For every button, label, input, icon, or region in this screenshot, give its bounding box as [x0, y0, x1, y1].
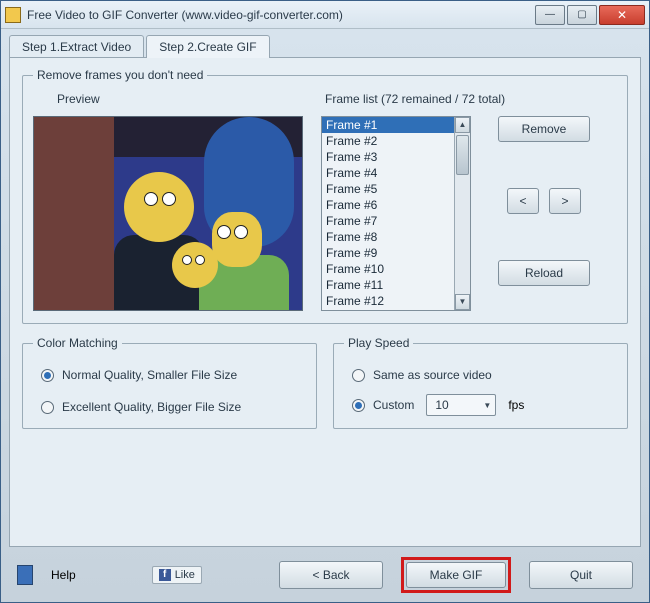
bottom-bar: Help f Like < Back Make GIF Quit [1, 548, 649, 602]
frame-list-label: Frame list (72 remained / 72 total) [325, 92, 617, 106]
help-link[interactable]: Help [51, 568, 76, 582]
app-icon [5, 7, 21, 23]
list-item[interactable]: Frame #9 [322, 245, 454, 261]
minimize-button[interactable]: — [535, 5, 565, 25]
reload-button[interactable]: Reload [498, 260, 590, 286]
app-window: Free Video to GIF Converter (www.video-g… [0, 0, 650, 603]
radio-excellent-quality[interactable]: Excellent Quality, Bigger File Size [41, 400, 306, 414]
frame-listbox[interactable]: Frame #1 Frame #2 Frame #3 Frame #4 Fram… [321, 116, 471, 311]
list-item[interactable]: Frame #8 [322, 229, 454, 245]
client-area: Step 1.Extract Video Step 2.Create GIF R… [1, 29, 649, 551]
list-item[interactable]: Frame #12 [322, 293, 454, 309]
chevron-down-icon: ▼ [483, 401, 491, 410]
make-gif-highlight: Make GIF [401, 557, 511, 593]
tabstrip: Step 1.Extract Video Step 2.Create GIF [9, 35, 641, 58]
radio-icon [352, 369, 365, 382]
list-item[interactable]: Frame #2 [322, 133, 454, 149]
remove-frames-group: Remove frames you don't need Preview [22, 68, 628, 324]
radio-icon [41, 401, 54, 414]
radio-label: Custom [373, 398, 414, 412]
radio-icon [41, 369, 54, 382]
list-item[interactable]: Frame #3 [322, 149, 454, 165]
scroll-up-button[interactable]: ▲ [455, 117, 470, 133]
list-item[interactable]: Frame #6 [322, 197, 454, 213]
list-item[interactable]: Frame #5 [322, 181, 454, 197]
listbox-scrollbar[interactable]: ▲ ▼ [454, 117, 470, 310]
prev-frame-button[interactable]: < [507, 188, 539, 214]
list-item[interactable]: Frame #4 [322, 165, 454, 181]
radio-label: Normal Quality, Smaller File Size [62, 368, 237, 382]
radio-same-as-source[interactable]: Same as source video [352, 368, 617, 382]
back-button[interactable]: < Back [279, 561, 383, 589]
preview-label: Preview [57, 92, 303, 106]
color-matching-legend: Color Matching [33, 336, 122, 350]
remove-button[interactable]: Remove [498, 116, 590, 142]
radio-icon [352, 399, 365, 412]
fps-value: 10 [435, 398, 448, 412]
list-item[interactable]: Frame #11 [322, 277, 454, 293]
like-label: Like [175, 569, 195, 581]
quit-button[interactable]: Quit [529, 561, 633, 589]
maximize-button[interactable]: ▢ [567, 5, 597, 25]
fps-combobox[interactable]: 10 ▼ [426, 394, 496, 416]
window-title: Free Video to GIF Converter (www.video-g… [27, 8, 535, 22]
tab-step2[interactable]: Step 2.Create GIF [146, 35, 269, 58]
play-speed-group: Play Speed Same as source video Custom 1… [333, 336, 628, 429]
facebook-like-button[interactable]: f Like [152, 566, 202, 584]
scroll-down-button[interactable]: ▼ [455, 294, 470, 310]
color-matching-group: Color Matching Normal Quality, Smaller F… [22, 336, 317, 429]
make-gif-button[interactable]: Make GIF [406, 562, 506, 588]
list-item[interactable]: Frame #7 [322, 213, 454, 229]
fps-unit-label: fps [508, 398, 524, 412]
tab-step1[interactable]: Step 1.Extract Video [9, 35, 144, 58]
tab-panel-step2: Remove frames you don't need Preview [9, 57, 641, 547]
list-item[interactable]: Frame #10 [322, 261, 454, 277]
scroll-thumb[interactable] [456, 135, 469, 175]
radio-normal-quality[interactable]: Normal Quality, Smaller File Size [41, 368, 306, 382]
titlebar[interactable]: Free Video to GIF Converter (www.video-g… [1, 1, 649, 29]
radio-label: Same as source video [373, 368, 492, 382]
play-speed-legend: Play Speed [344, 336, 413, 350]
radio-custom-speed[interactable]: Custom [352, 398, 414, 412]
window-controls: — ▢ ✕ [535, 5, 645, 25]
scroll-track[interactable] [455, 133, 470, 294]
next-frame-button[interactable]: > [549, 188, 581, 214]
preview-image [33, 116, 303, 311]
close-button[interactable]: ✕ [599, 5, 645, 25]
remove-frames-legend: Remove frames you don't need [33, 68, 207, 82]
list-item[interactable]: Frame #1 [322, 117, 454, 133]
help-icon[interactable] [17, 565, 33, 585]
facebook-icon: f [159, 569, 171, 581]
radio-label: Excellent Quality, Bigger File Size [62, 400, 241, 414]
